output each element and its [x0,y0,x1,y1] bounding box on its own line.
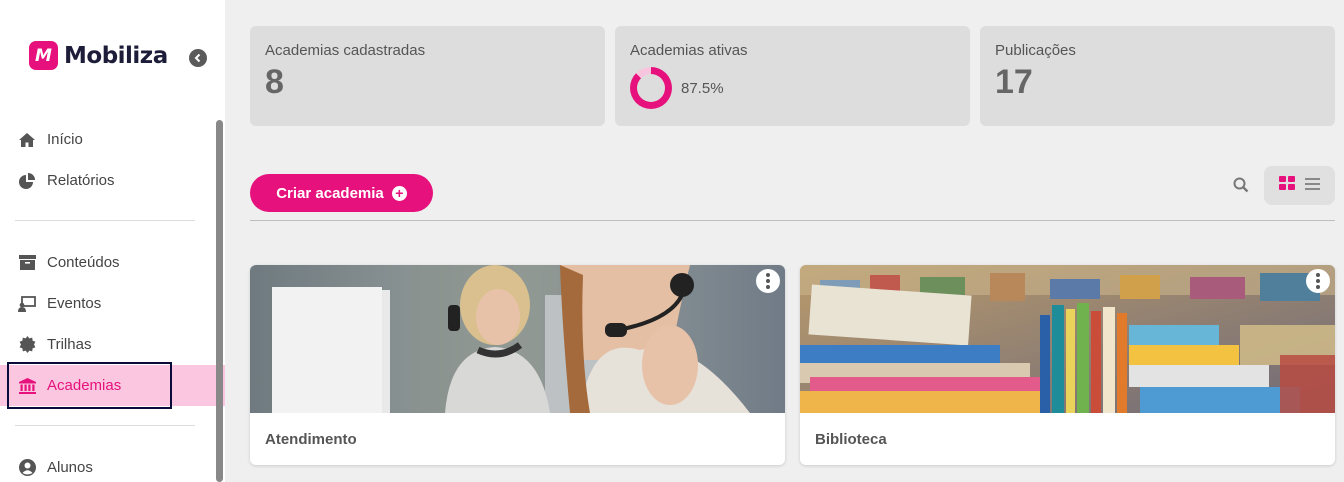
view-toggle [1264,166,1335,205]
sidebar-item-label: Início [47,131,83,148]
stat-value: 17 [995,63,1033,101]
home-icon [18,131,36,149]
sidebar-item-trilhas[interactable]: Trilhas [0,324,225,365]
more-options-icon[interactable] [756,269,780,293]
academy-card-biblioteca[interactable]: Biblioteca [800,265,1335,465]
more-options-icon[interactable] [1306,269,1330,293]
active-ratio-label: 87.5% [681,79,724,97]
pie-chart-icon [18,172,36,190]
institution-icon [18,377,36,395]
stat-value: 8 [265,63,284,101]
sidebar-item-inicio[interactable]: Início [0,119,225,160]
sidebar: M Mobiliza Início Relatórios Conteúdos E… [0,0,225,482]
sidebar-item-label: Academias [47,377,122,394]
archive-icon [18,254,36,272]
sidebar-item-label: Conteúdos [47,254,120,271]
stat-card-publicacoes: Publicações 17 [980,26,1335,126]
sidebar-item-label: Trilhas [47,336,92,353]
academy-card-title: Biblioteca [815,431,887,448]
chevron-left-circle-icon[interactable] [189,49,207,67]
stat-card-academias-ativas: Academias ativas 87.5% [615,26,970,126]
sidebar-item-relatorios[interactable]: Relatórios [0,160,225,201]
stat-title: Academias ativas [630,42,748,59]
sidebar-item-academias[interactable]: Academias [0,365,225,406]
plus-circle-icon: + [391,185,407,201]
academy-card-title: Atendimento [265,431,357,448]
logo-mark: M [29,41,58,70]
sidebar-item-alunos[interactable]: Alunos [0,447,225,482]
sidebar-item-label: Alunos [47,459,93,476]
academy-card-image [250,265,785,413]
sidebar-divider [15,425,195,426]
active-ratio-donut [630,67,672,109]
toolbar-divider [250,220,1335,221]
stat-title: Publicações [995,42,1076,59]
sidebar-item-label: Relatórios [47,172,115,189]
list-view-icon[interactable] [1305,177,1320,195]
academy-card-atendimento[interactable]: Atendimento [250,265,785,465]
search-icon[interactable] [1233,177,1251,195]
create-academy-button[interactable]: Criar academia + [250,174,433,212]
create-academy-label: Criar academia [276,184,384,202]
user-circle-icon [18,459,36,477]
academy-card-image [800,265,1335,413]
presentation-icon [18,295,36,313]
sidebar-item-eventos[interactable]: Eventos [0,283,225,324]
logo[interactable]: M Mobiliza [29,41,168,70]
stat-card-academias-cadastradas: Academias cadastradas 8 [250,26,605,126]
sidebar-item-conteudos[interactable]: Conteúdos [0,242,225,283]
logo-text: Mobiliza [64,42,168,69]
sidebar-item-label: Eventos [47,295,102,312]
sidebar-divider [15,220,195,221]
sidebar-scrollbar[interactable] [216,120,223,482]
stat-title: Academias cadastradas [265,42,426,59]
grid-view-icon[interactable] [1279,176,1295,195]
badge-icon [18,336,36,354]
